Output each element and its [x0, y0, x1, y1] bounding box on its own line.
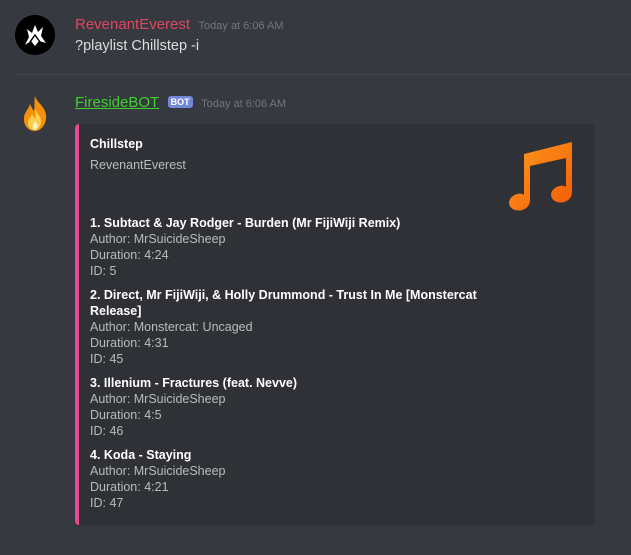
playlist-track: 2. Direct, Mr FijiWiji, & Holly Drummond…	[90, 287, 490, 367]
message-group: FiresideBOT BOT Today at 6:06 AM Chillst…	[0, 76, 631, 555]
embed: Chillstep RevenantEverest 1. Subtact & J…	[75, 124, 595, 525]
message-divider	[16, 74, 631, 75]
track-id: ID: 45	[90, 352, 124, 366]
message-group: RevenantEverest Today at 6:06 AM ?playli…	[0, 0, 631, 74]
track-title: 3. Illenium - Fractures (feat. Nevve)	[90, 376, 298, 390]
user-avatar[interactable]	[15, 15, 55, 55]
track-title: 4. Koda - Staying	[90, 448, 192, 462]
playlist-track: 3. Illenium - Fractures (feat. Nevve) Au…	[90, 375, 490, 439]
embed-title: Chillstep	[90, 137, 143, 151]
track-duration: Duration: 4:21	[90, 480, 169, 494]
message-content: ?playlist Chillstep -i	[75, 38, 200, 54]
track-title: 2. Direct, Mr FijiWiji, & Holly Drummond…	[90, 288, 477, 302]
bot-avatar[interactable]	[15, 93, 55, 133]
username[interactable]: RevenantEverest	[75, 16, 190, 33]
track-author: Author: Monstercat: Uncaged	[90, 320, 253, 334]
track-id: ID: 47	[90, 496, 124, 510]
track-id: ID: 46	[90, 424, 124, 438]
message-header: RevenantEverest Today at 6:06 AM	[75, 16, 284, 34]
track-title-continued: Release]	[90, 304, 142, 318]
track-title: 1. Subtact & Jay Rodger - Burden (Mr Fij…	[90, 216, 401, 230]
bot-tag: BOT	[167, 96, 193, 108]
track-duration: Duration: 4:5	[90, 408, 162, 422]
track-author: Author: MrSuicideSheep	[90, 464, 226, 478]
playlist-track: 4. Koda - Staying Author: MrSuicideSheep…	[90, 447, 490, 511]
track-id: ID: 5	[90, 264, 117, 278]
playlist-track: 1. Subtact & Jay Rodger - Burden (Mr Fij…	[90, 215, 490, 279]
fire-emoji-icon	[23, 96, 47, 131]
track-author: Author: MrSuicideSheep	[90, 392, 226, 406]
message-header: FiresideBOT BOT Today at 6:06 AM	[75, 94, 286, 112]
track-duration: Duration: 4:31	[90, 336, 169, 350]
music-note-icon	[509, 142, 572, 211]
username[interactable]: FiresideBOT	[75, 94, 159, 111]
wolf-logo-icon	[15, 15, 55, 55]
track-duration: Duration: 4:24	[90, 248, 169, 262]
timestamp: Today at 6:06 AM	[198, 20, 284, 32]
embed-description: RevenantEverest	[90, 158, 186, 172]
track-author: Author: MrSuicideSheep	[90, 232, 226, 246]
timestamp: Today at 6:06 AM	[201, 98, 287, 110]
